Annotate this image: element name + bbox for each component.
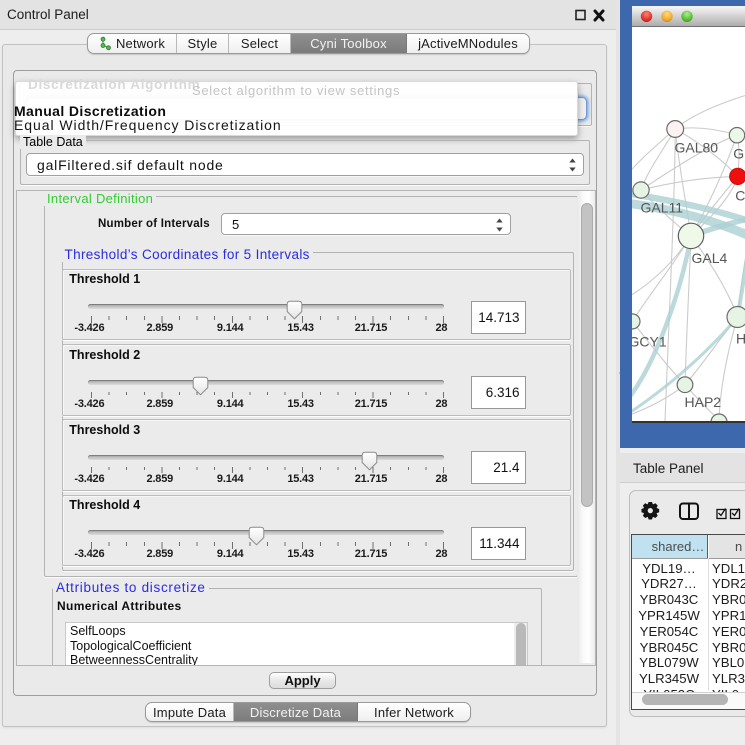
svg-text:GAL11: GAL11 xyxy=(641,199,684,215)
svg-text:HAP2: HAP2 xyxy=(685,394,722,410)
svg-text:H: H xyxy=(736,331,745,347)
svg-text:GAL80: GAL80 xyxy=(675,140,719,156)
svg-text:GAL4: GAL4 xyxy=(692,250,728,266)
svg-text:C: C xyxy=(735,188,745,204)
svg-text:GCY1: GCY1 xyxy=(632,334,667,350)
svg-text:G.: G. xyxy=(733,146,745,162)
